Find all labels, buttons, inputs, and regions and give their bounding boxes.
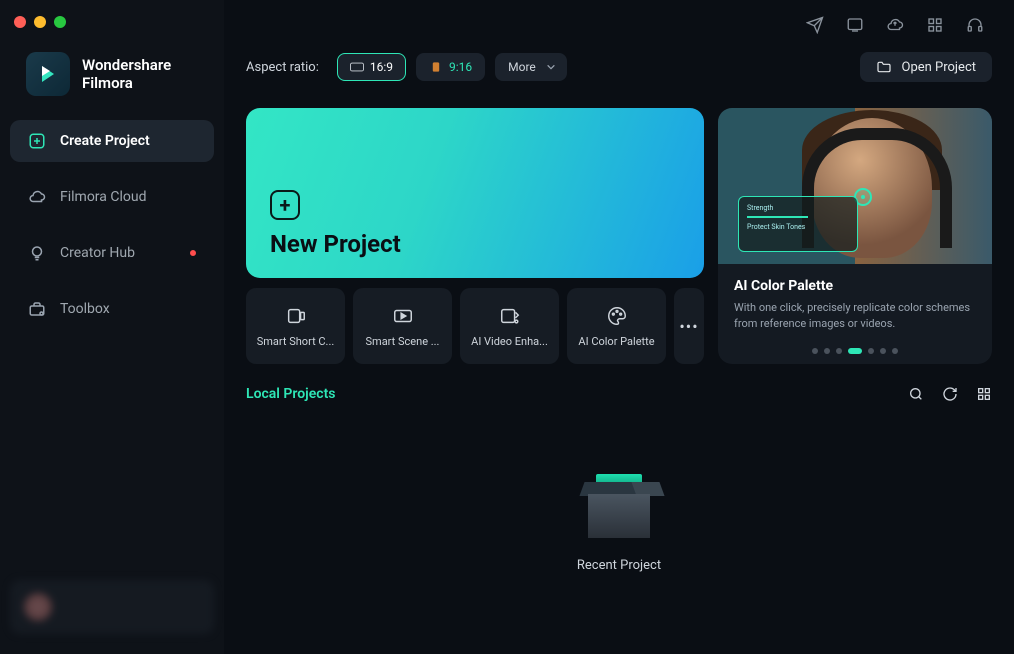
aspect-ratio-9-16[interactable]: 9:16 (416, 53, 485, 81)
tool-more-button[interactable]: ••• (674, 288, 704, 364)
plus-icon: + (270, 190, 300, 220)
sidebar-item-label: Creator Hub (60, 245, 135, 261)
maximize-window-icon[interactable] (54, 16, 66, 28)
notification-dot-icon (190, 250, 196, 256)
cloud-upload-icon[interactable] (886, 16, 904, 34)
folder-icon (876, 59, 892, 75)
hero-row: + New Project Smart Short C... Smart Sce… (246, 108, 992, 364)
page-dot-icon[interactable] (880, 348, 886, 354)
tool-ai-color-palette[interactable]: AI Color Palette (567, 288, 666, 364)
page-dot-icon[interactable] (836, 348, 842, 354)
promo-overlay-panel: Strength Protect Skin Tones (738, 196, 858, 252)
new-project-card[interactable]: + New Project (246, 108, 704, 278)
sidebar-item-creator-hub[interactable]: Creator Hub (10, 232, 214, 274)
aspect-ratio-16-9[interactable]: 16:9 (337, 53, 406, 81)
new-project-title: New Project (270, 230, 680, 258)
color-palette-icon (606, 305, 628, 327)
smart-scene-icon (392, 305, 414, 327)
apps-grid-icon[interactable] (926, 16, 944, 34)
chip-label: More (508, 60, 536, 74)
sidebar: Wondershare Filmora Create Project Filmo… (0, 0, 224, 654)
close-window-icon[interactable] (14, 16, 26, 28)
tool-ai-video-enhancer[interactable]: AI Video Enha... (460, 288, 559, 364)
send-icon[interactable] (806, 16, 824, 34)
user-account-box[interactable] (10, 580, 214, 634)
more-dots-icon: ••• (679, 317, 698, 336)
brand-line1: Wondershare (82, 56, 171, 74)
brand-block: Wondershare Filmora (0, 36, 224, 120)
promo-title: AI Color Palette (734, 278, 976, 294)
chip-label: 9:16 (449, 60, 472, 74)
promo-pagination[interactable] (718, 348, 992, 364)
sidebar-item-label: Create Project (60, 133, 150, 149)
page-dot-icon[interactable] (892, 348, 898, 354)
tool-label: AI Color Palette (572, 335, 662, 348)
search-icon[interactable] (908, 386, 924, 402)
sidebar-item-create-project[interactable]: Create Project (10, 120, 214, 162)
sidebar-item-label: Toolbox (60, 301, 110, 317)
minimize-window-icon[interactable] (34, 16, 46, 28)
filmora-logo-icon (26, 52, 70, 96)
page-dot-icon[interactable] (868, 348, 874, 354)
main-area: Aspect ratio: 16:9 9:16 More Open Projec… (224, 0, 1014, 654)
aspect-ratio-label: Aspect ratio: (246, 60, 319, 75)
tool-label: AI Video Enha... (465, 335, 555, 348)
feedback-icon[interactable] (846, 16, 864, 34)
empty-state-label: Recent Project (577, 558, 661, 573)
page-dot-icon[interactable] (824, 348, 830, 354)
sidebar-item-toolbox[interactable]: Toolbox (10, 288, 214, 330)
tool-smart-scene-cut[interactable]: Smart Scene ... (353, 288, 452, 364)
chevron-down-icon (546, 62, 556, 72)
promo-description: With one click, precisely replicate colo… (734, 300, 976, 332)
sidebar-item-filmora-cloud[interactable]: Filmora Cloud (10, 176, 214, 218)
chip-label: 16:9 (370, 60, 393, 74)
local-projects-header: Local Projects (246, 386, 992, 402)
aspect-ratio-more[interactable]: More (495, 53, 567, 81)
promo-card[interactable]: Strength Protect Skin Tones AI Color Pal… (718, 108, 992, 364)
grid-view-icon[interactable] (976, 386, 992, 402)
aspect-ratio-row: Aspect ratio: 16:9 9:16 More Open Projec… (246, 52, 992, 82)
window-controls (0, 8, 224, 36)
tool-smart-short-clips[interactable]: Smart Short C... (246, 288, 345, 364)
open-project-label: Open Project (902, 60, 977, 75)
titlebar-icons (246, 12, 992, 52)
toolbox-icon (28, 300, 46, 318)
empty-box-icon (574, 464, 664, 544)
local-projects-title: Local Projects (246, 386, 336, 402)
portrait-icon (429, 62, 443, 72)
landscape-icon (350, 62, 364, 72)
brand-line2: Filmora (82, 74, 171, 92)
bulb-icon (28, 244, 46, 262)
page-dot-active-icon[interactable] (848, 348, 862, 354)
ai-enhance-icon (499, 305, 521, 327)
tool-row: Smart Short C... Smart Scene ... AI Vide… (246, 288, 704, 364)
sidebar-nav: Create Project Filmora Cloud Creator Hub… (0, 120, 224, 344)
open-project-button[interactable]: Open Project (860, 52, 993, 82)
tool-label: Smart Short C... (251, 335, 341, 348)
plus-square-icon (28, 132, 46, 150)
smart-short-icon (285, 305, 307, 327)
cloud-icon (28, 188, 46, 206)
promo-image: Strength Protect Skin Tones (718, 108, 992, 264)
avatar (24, 593, 52, 621)
empty-state: Recent Project (246, 402, 992, 654)
tool-label: Smart Scene ... (358, 335, 448, 348)
page-dot-icon[interactable] (812, 348, 818, 354)
sidebar-item-label: Filmora Cloud (60, 189, 146, 205)
refresh-icon[interactable] (942, 386, 958, 402)
headset-icon[interactable] (966, 16, 984, 34)
